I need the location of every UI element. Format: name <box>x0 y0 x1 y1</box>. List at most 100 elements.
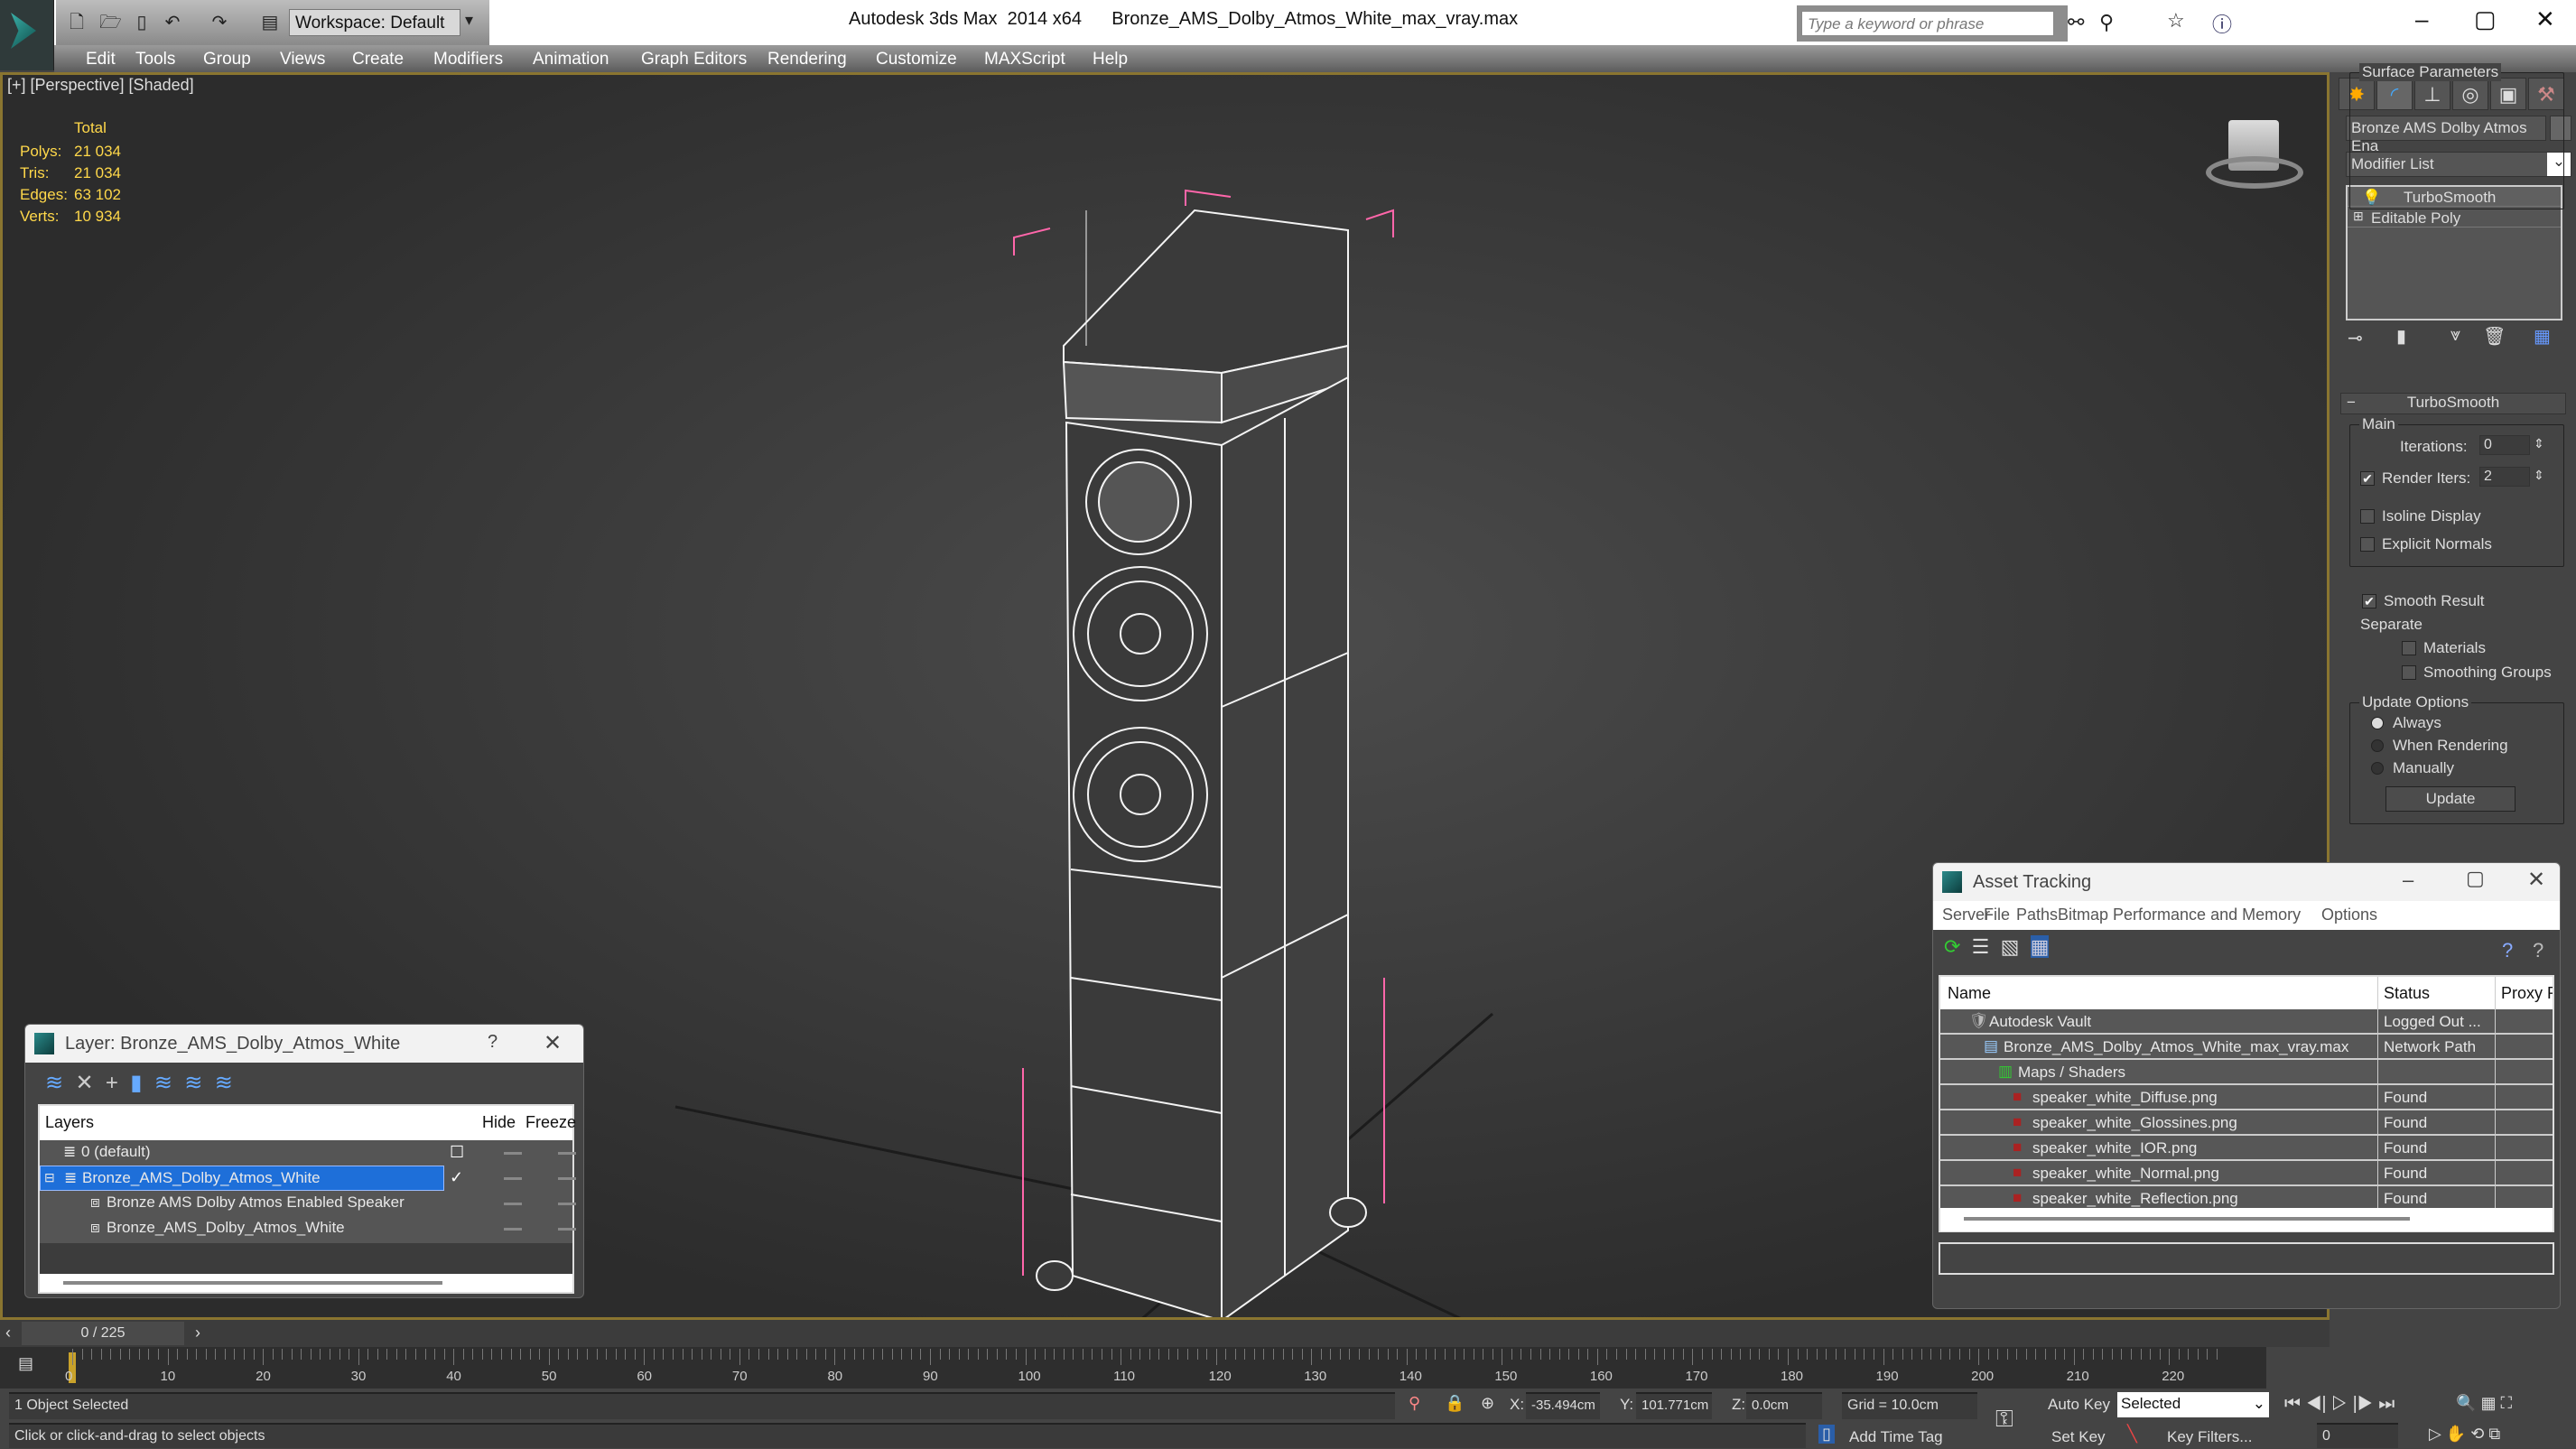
expand-plus-icon[interactable]: ⊞ <box>2353 209 2364 224</box>
viewport-label[interactable]: [+] [Perspective] [Shaded] <box>7 76 194 95</box>
menu-group[interactable]: Group <box>203 50 251 70</box>
col-layers[interactable]: Layers <box>45 1113 94 1131</box>
refresh-icon[interactable]: ⟳ <box>1944 935 1960 958</box>
create-layer-icon[interactable]: ≋ <box>45 1071 63 1095</box>
col-proxy-resolution[interactable]: Proxy Re <box>2495 977 2553 1009</box>
add-to-layer-icon[interactable]: + <box>106 1071 118 1095</box>
smooth-result-checkbox[interactable]: ✔ <box>2362 594 2376 608</box>
delete-layer-icon[interactable]: ✕ <box>75 1071 93 1095</box>
iterations-spinner[interactable]: 0 <box>2479 435 2530 455</box>
asset-row[interactable]: ■ speaker_white_Glossines.png Found <box>1940 1110 2553 1136</box>
open-file-icon[interactable]: 🗁 <box>99 13 122 33</box>
explicit-normals-checkbox[interactable] <box>2360 537 2375 552</box>
zoom-icon[interactable]: 🔍 <box>2456 1394 2476 1412</box>
select-objects-icon[interactable]: ▮ <box>130 1071 142 1095</box>
freeze-toggle[interactable] <box>558 1177 576 1180</box>
redo-icon[interactable]: ↷ <box>209 13 229 33</box>
help-button[interactable]: ? <box>488 1032 498 1053</box>
menu-rendering[interactable]: Rendering <box>767 50 847 70</box>
x-coordinate-field[interactable]: -35.494cm <box>1526 1392 1600 1419</box>
menu-graph-editors[interactable]: Graph Editors <box>641 50 747 70</box>
key-mode-dropdown[interactable]: Selected ⌄ <box>2117 1392 2269 1417</box>
col-status[interactable]: Status <box>2377 977 2435 1009</box>
go-to-start-icon[interactable]: ⏮ <box>2284 1394 2301 1414</box>
app-logo-button[interactable] <box>0 0 54 70</box>
next-frame-icon[interactable]: |▶ <box>2353 1394 2374 1414</box>
close-button[interactable]: ✕ <box>2527 867 2545 893</box>
menu-file[interactable]: File <box>1984 906 2010 924</box>
manually-radio[interactable] <box>2371 762 2384 775</box>
go-to-end-icon[interactable]: ⏭ <box>2378 1394 2395 1414</box>
pan-hand-icon[interactable]: ✋ <box>2446 1425 2466 1443</box>
asset-row[interactable]: ■ speaker_white_Normal.png Found <box>1940 1161 2553 1186</box>
new-file-icon[interactable]: 🗋 <box>67 13 87 33</box>
horizontal-scrollbar[interactable] <box>40 1274 572 1292</box>
set-key-button[interactable]: Set Key <box>2051 1428 2106 1446</box>
close-button[interactable]: ✕ <box>2535 5 2555 33</box>
y-coordinate-field[interactable]: 101.771cm <box>1636 1392 1712 1419</box>
current-layer-box-icon[interactable]: ☐ <box>450 1143 464 1162</box>
layer-row[interactable]: ⧈ Bronze_AMS_Dolby_Atmos_White <box>40 1216 572 1241</box>
menu-create[interactable]: Create <box>352 50 404 70</box>
render-iters-checkbox[interactable]: ✔ <box>2360 471 2375 486</box>
undo-icon[interactable]: ↶ <box>163 13 182 33</box>
menu-customize[interactable]: Customize <box>876 50 957 70</box>
zoom-extents-icon[interactable]: ⛶ <box>2500 1394 2512 1412</box>
menu-edit[interactable]: Edit <box>86 50 116 70</box>
previous-frame-icon[interactable]: ◀| <box>2306 1394 2327 1414</box>
minimize-button[interactable]: – <box>2415 5 2428 33</box>
time-tag-icon[interactable]: ▯ <box>1818 1425 1835 1444</box>
absolute-mode-icon[interactable]: ⊕ <box>1481 1394 1494 1413</box>
collapse-minus-icon[interactable]: ⊟ <box>44 1170 55 1185</box>
menu-options[interactable]: Options <box>2321 906 2377 924</box>
z-coordinate-field[interactable]: 0.0cm <box>1746 1392 1822 1419</box>
layer-row[interactable]: ⊟ ≣ Bronze_AMS_Dolby_Atmos_White <box>40 1166 444 1191</box>
minimize-button[interactable]: – <box>2403 868 2413 892</box>
spinner-arrows-icon[interactable]: ⇕ <box>2534 436 2544 451</box>
layer-row[interactable]: ≣ 0 (default) <box>40 1140 572 1166</box>
freeze-toggle[interactable] <box>558 1152 576 1155</box>
help-question-icon[interactable]: ? <box>2502 939 2513 962</box>
asset-row[interactable]: ▥ Maps / Shaders <box>1940 1060 2553 1085</box>
hide-all-layers-icon[interactable]: ≋ <box>184 1071 202 1095</box>
update-button[interactable]: Update <box>2385 786 2516 812</box>
favorites-star-icon[interactable]: ☆ <box>2167 9 2185 33</box>
freeze-all-layers-icon[interactable]: ≋ <box>215 1071 233 1095</box>
freeze-toggle[interactable] <box>558 1228 576 1231</box>
configure-modifier-sets-icon[interactable]: ▦ <box>2534 325 2551 348</box>
turbosmooth-rollout-header[interactable]: − TurboSmooth <box>2340 393 2566 414</box>
scrollbar-thumb[interactable] <box>63 1281 442 1285</box>
set-key-icon[interactable]: ⚿ <box>1995 1405 2013 1434</box>
add-time-tag-button[interactable]: Add Time Tag <box>1849 1428 1943 1446</box>
prev-frame-arrow-icon[interactable]: ‹ <box>5 1324 11 1342</box>
play-icon[interactable]: ▷ <box>2331 1394 2348 1414</box>
maximize-button[interactable]: ▢ <box>2474 5 2497 33</box>
workspace-dropdown[interactable]: Workspace: Default <box>289 9 460 36</box>
hide-toggle[interactable] <box>504 1177 522 1180</box>
viewcube-ring-icon[interactable] <box>2206 156 2303 189</box>
help-icon[interactable]: ⓘ <box>2212 9 2232 38</box>
freeze-toggle[interactable] <box>558 1203 576 1205</box>
track-bar[interactable]: ▤ 0 10 20 30 40 50 60 70 80 90 100 110 120 130 140 150 1… <box>0 1347 2266 1389</box>
always-radio[interactable] <box>2371 717 2384 729</box>
thumbnail-view-icon[interactable]: ▧ <box>2001 935 2020 958</box>
hide-toggle[interactable] <box>504 1203 522 1205</box>
menu-animation[interactable]: Animation <box>533 50 609 70</box>
when-rendering-radio[interactable] <box>2371 739 2384 752</box>
pin-stack-icon[interactable]: ⊸ <box>2348 327 2363 349</box>
key-icon[interactable]: ⚲ <box>2099 11 2114 34</box>
remove-modifier-icon[interactable]: 🗑 <box>2483 325 2506 348</box>
whats-this-icon[interactable]: ? <box>2533 939 2543 962</box>
isoline-display-checkbox[interactable] <box>2360 509 2375 524</box>
show-end-result-icon[interactable]: ▮ <box>2396 325 2406 348</box>
menu-paths[interactable]: Paths <box>2016 906 2058 924</box>
maximize-button[interactable]: ▢ <box>2466 867 2485 890</box>
horizontal-scrollbar[interactable] <box>1940 1208 2553 1231</box>
hide-toggle[interactable] <box>504 1152 522 1155</box>
highlight-layer-icon[interactable]: ≋ <box>154 1071 172 1095</box>
table-view-icon[interactable]: ▦ <box>2030 935 2050 958</box>
key-pen-icon[interactable]: ╲ <box>2127 1425 2137 1444</box>
asset-row[interactable]: ■ speaker_white_Diffuse.png Found <box>1940 1085 2553 1110</box>
current-frame-field[interactable]: 0 <box>2317 1423 2398 1448</box>
stack-item-editable-poly[interactable]: ⊞ Editable Poly <box>2348 208 2561 228</box>
